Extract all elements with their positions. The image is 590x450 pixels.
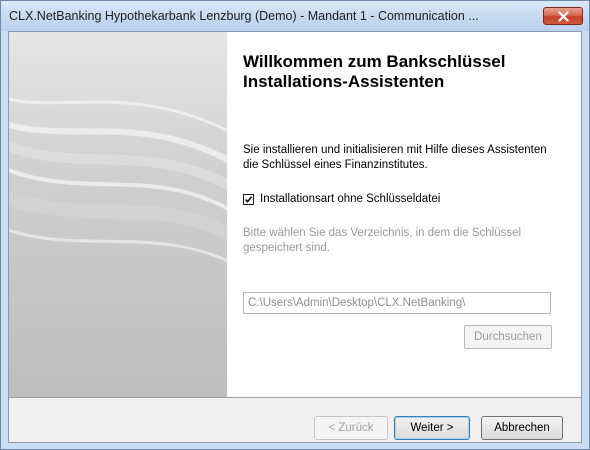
title-bar[interactable]: CLX.NetBanking Hypothekarbank Lenzburg (… <box>1 1 589 31</box>
wizard-body: Willkommen zum Bankschlüssel Installatio… <box>8 31 582 443</box>
keyless-install-label[interactable]: Installationsart ohne Schlüsseldatei <box>260 193 440 205</box>
back-button[interactable]: < Zurück <box>314 416 388 440</box>
key-directory-input[interactable] <box>243 292 551 314</box>
close-icon <box>557 10 569 22</box>
directory-hint: Bitte wählen Sie das Verzeichnis, in dem… <box>243 227 522 254</box>
wizard-description: Sie installieren und initialisieren mit … <box>243 144 547 171</box>
window-title: CLX.NetBanking Hypothekarbank Lenzburg (… <box>9 9 479 23</box>
button-bar: < Zurück Weiter > Abbrechen <box>9 398 581 442</box>
wizard-heading: Willkommen zum Bankschlüssel Installatio… <box>243 52 506 91</box>
cancel-button[interactable]: Abbrechen <box>481 416 563 440</box>
keyless-install-option[interactable]: Installationsart ohne Schlüsseldatei <box>243 193 440 205</box>
browse-button[interactable]: Durchsuchen <box>464 325 552 349</box>
keyless-install-checkbox[interactable] <box>243 193 254 205</box>
wizard-side-graphic <box>9 32 227 397</box>
checkmark-icon <box>244 195 253 203</box>
wizard-window: CLX.NetBanking Hypothekarbank Lenzburg (… <box>0 0 590 450</box>
next-button[interactable]: Weiter > <box>394 416 470 440</box>
wizard-content: Willkommen zum Bankschlüssel Installatio… <box>227 32 581 397</box>
close-button[interactable] <box>543 7 583 25</box>
